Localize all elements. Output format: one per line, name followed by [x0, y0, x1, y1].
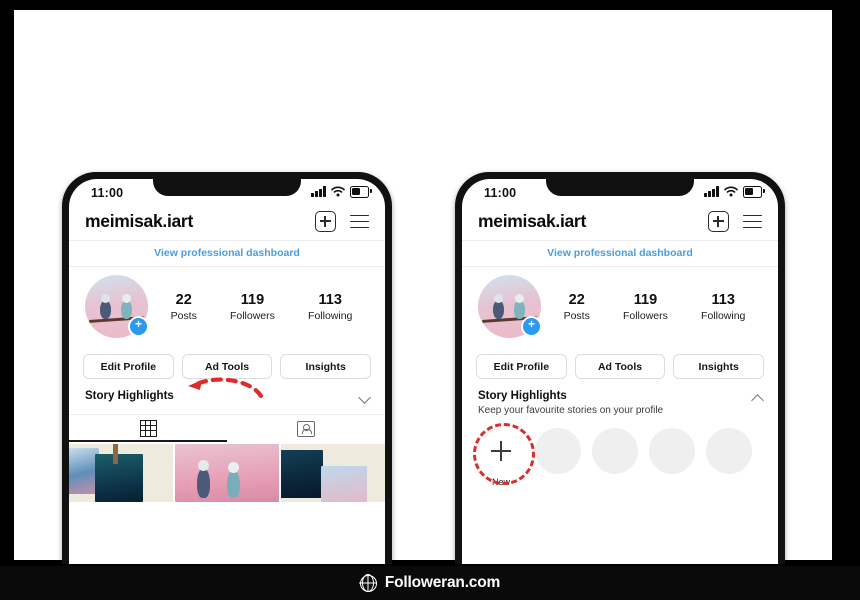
action-buttons: Edit Profile Ad Tools Insights	[69, 342, 385, 379]
stat-label: Following	[308, 309, 353, 322]
highlight-placeholder[interactable]	[592, 428, 638, 474]
tagged-photos-icon	[297, 420, 315, 437]
phone-screen-right: 11:00 meimisak.iart View professional da…	[462, 179, 778, 564]
stat-value: 113	[318, 292, 342, 309]
highlight-placeholder[interactable]	[706, 428, 752, 474]
phone-notch	[153, 179, 301, 196]
stat-followers[interactable]: 119 Followers	[623, 291, 668, 321]
profile-row: + 22 Posts 119 Followers 113 Following	[462, 267, 778, 342]
profile-stats: 22 Posts 119 Followers 113 Following	[541, 291, 762, 321]
professional-dashboard-link[interactable]: View professional dashboard	[69, 241, 385, 266]
photo-thumbnail[interactable]	[69, 443, 174, 502]
bird-shape	[493, 294, 504, 319]
highlight-circle	[592, 428, 638, 474]
grid-icon	[139, 420, 157, 437]
edit-profile-button[interactable]: Edit Profile	[83, 354, 174, 379]
stat-followers[interactable]: 119 Followers	[230, 291, 275, 321]
stat-label: Following	[701, 309, 746, 322]
red-dashed-arrow-annotation	[188, 377, 264, 399]
profile-stats: 22 Posts 119 Followers 113 Following	[148, 291, 369, 321]
action-buttons: Edit Profile Ad Tools Insights	[462, 342, 778, 379]
screenshot-root: 11:00 meimisak.iart View professional da…	[0, 0, 860, 600]
status-icons	[311, 186, 372, 198]
photo-grid	[69, 443, 385, 502]
signal-bars-icon	[311, 186, 326, 198]
stat-label: Followers	[622, 309, 668, 322]
status-bar: 11:00	[462, 179, 778, 209]
highlight-circle	[649, 428, 695, 474]
hamburger-menu-icon[interactable]	[350, 214, 369, 229]
stat-label: Followers	[229, 309, 275, 322]
edit-profile-button[interactable]: Edit Profile	[476, 354, 567, 379]
stat-value: 113	[711, 292, 735, 309]
bird-shape	[121, 294, 132, 319]
highlight-circle	[535, 428, 581, 474]
phone-mockup-left: 11:00 meimisak.iart View professional da…	[62, 172, 392, 564]
username-title: meimisak.iart	[85, 211, 193, 231]
highlights-reel: New	[462, 416, 778, 487]
phone-mockup-right: 11:00 meimisak.iart View professional da…	[455, 172, 785, 564]
story-highlights-section[interactable]: Story Highlights Keep your favourite sto…	[462, 379, 778, 416]
plus-icon	[478, 428, 524, 474]
stat-following[interactable]: 113 Following	[308, 291, 352, 321]
stat-value: 22	[175, 292, 192, 309]
phone-screen-left: 11:00 meimisak.iart View professional da…	[69, 179, 385, 564]
insights-button[interactable]: Insights	[673, 354, 765, 379]
globe-icon	[359, 574, 377, 592]
wifi-icon	[724, 186, 738, 197]
stat-posts[interactable]: 22 Posts	[564, 291, 590, 321]
status-clock: 11:00	[91, 186, 124, 200]
add-story-plus-icon[interactable]: +	[128, 316, 149, 337]
stat-label: Posts	[563, 309, 590, 322]
highlight-placeholder[interactable]	[535, 428, 581, 474]
stat-value: 119	[240, 292, 265, 309]
stat-label: Posts	[170, 309, 197, 322]
bird-shape	[514, 294, 525, 319]
profile-tabs	[69, 414, 385, 442]
highlight-new-button[interactable]: New	[473, 423, 535, 487]
stat-value: 119	[633, 292, 658, 309]
wifi-icon	[331, 186, 345, 197]
header-actions	[708, 211, 762, 232]
stat-following[interactable]: 113 Following	[701, 291, 745, 321]
profile-header: meimisak.iart	[462, 209, 778, 240]
page-canvas: 11:00 meimisak.iart View professional da…	[14, 10, 832, 564]
phone-notch	[546, 179, 694, 196]
tab-grid[interactable]	[69, 415, 227, 442]
professional-dashboard-link[interactable]: View professional dashboard	[462, 241, 778, 266]
username-title: meimisak.iart	[478, 211, 586, 231]
status-icons	[704, 186, 765, 198]
highlight-placeholder[interactable]	[649, 428, 695, 474]
signal-bars-icon	[704, 186, 719, 198]
battery-icon	[350, 186, 372, 198]
stat-posts[interactable]: 22 Posts	[171, 291, 197, 321]
status-bar: 11:00	[69, 179, 385, 209]
plus-square-icon[interactable]	[315, 211, 336, 232]
avatar[interactable]: +	[85, 275, 149, 338]
avatar[interactable]: +	[478, 275, 542, 338]
story-highlights-title: Story Highlights	[478, 390, 567, 402]
battery-icon	[743, 186, 765, 198]
story-highlights-section[interactable]: Story Highlights	[69, 377, 385, 404]
watermark-footer: Followeran.com	[0, 566, 860, 600]
photo-thumbnail[interactable]	[174, 443, 280, 502]
tab-tagged[interactable]	[227, 415, 385, 442]
ad-tools-button[interactable]: Ad Tools	[574, 354, 666, 379]
story-highlights-subtitle: Keep your favourite stories on your prof…	[478, 405, 664, 416]
photo-thumbnail[interactable]	[280, 443, 385, 502]
insights-button[interactable]: Insights	[280, 354, 372, 379]
ad-tools-button[interactable]: Ad Tools	[181, 354, 273, 379]
plus-square-icon[interactable]	[708, 211, 729, 232]
bird-shape	[100, 294, 111, 319]
stat-value: 22	[568, 292, 585, 309]
highlight-circle	[706, 428, 752, 474]
site-name: Followeran.com	[384, 574, 501, 591]
profile-row: + 22 Posts 119 Followers 113 Following	[69, 267, 385, 342]
status-clock: 11:00	[484, 186, 517, 200]
hamburger-menu-icon[interactable]	[743, 214, 762, 229]
add-story-plus-icon[interactable]: +	[521, 316, 542, 337]
profile-header: meimisak.iart	[69, 209, 385, 240]
header-actions	[315, 211, 369, 232]
